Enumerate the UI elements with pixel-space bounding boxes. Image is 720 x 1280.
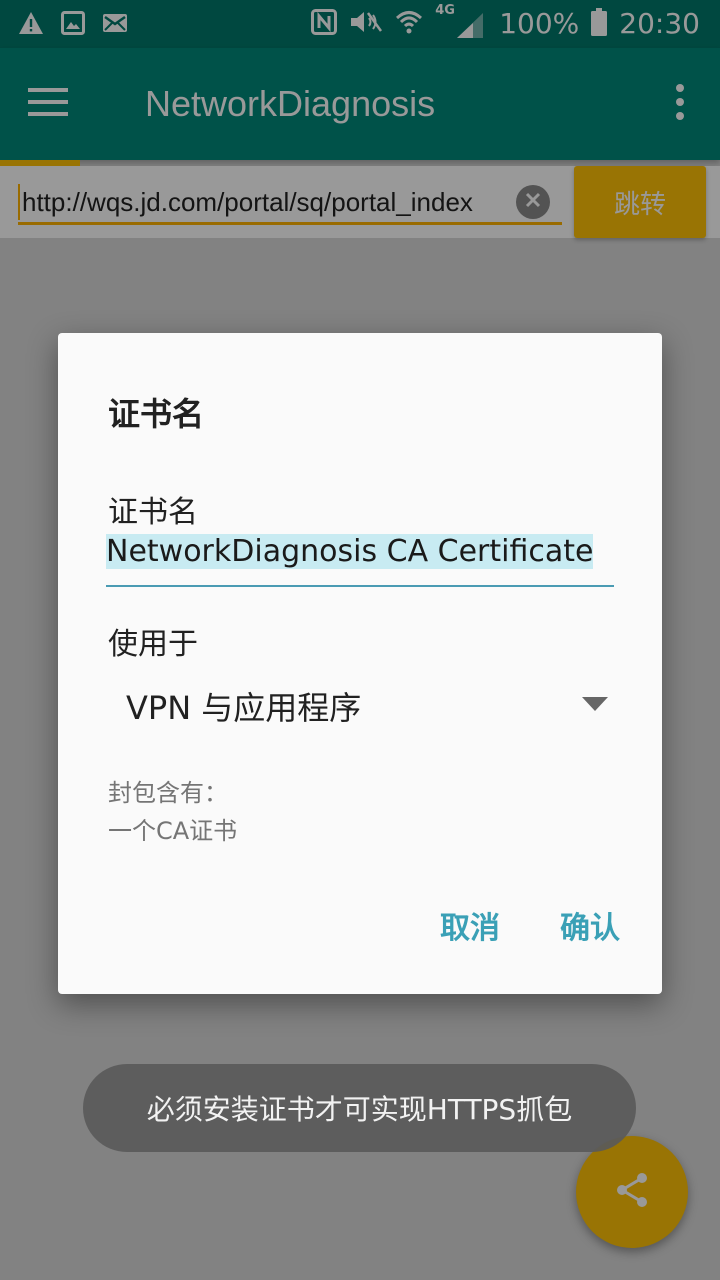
certificate-dialog: 证书名 证书名 NetworkDiagnosis CA Certificate … (58, 333, 662, 994)
toast-message: 必须安装证书才可实现HTTPS抓包 (83, 1064, 636, 1152)
certificate-name-underline (106, 585, 614, 587)
dialog-title: 证书名 (108, 395, 205, 433)
certificate-name-label: 证书名 (108, 495, 198, 530)
dropdown-arrow-icon (582, 697, 608, 711)
certificate-name-value: NetworkDiagnosis CA Certificate (106, 534, 594, 569)
cancel-button[interactable]: 取消 (436, 905, 504, 953)
confirm-button[interactable]: 确认 (556, 905, 624, 953)
usage-selected-value: VPN 与应用程序 (126, 689, 362, 727)
package-contents-label: 封包含有： (108, 779, 228, 807)
usage-select[interactable]: VPN 与应用程序 (108, 675, 608, 735)
certificate-name-input[interactable]: NetworkDiagnosis CA Certificate (106, 529, 614, 577)
package-contents-value: 一个CA证书 (108, 817, 238, 845)
usage-label: 使用于 (108, 627, 198, 662)
